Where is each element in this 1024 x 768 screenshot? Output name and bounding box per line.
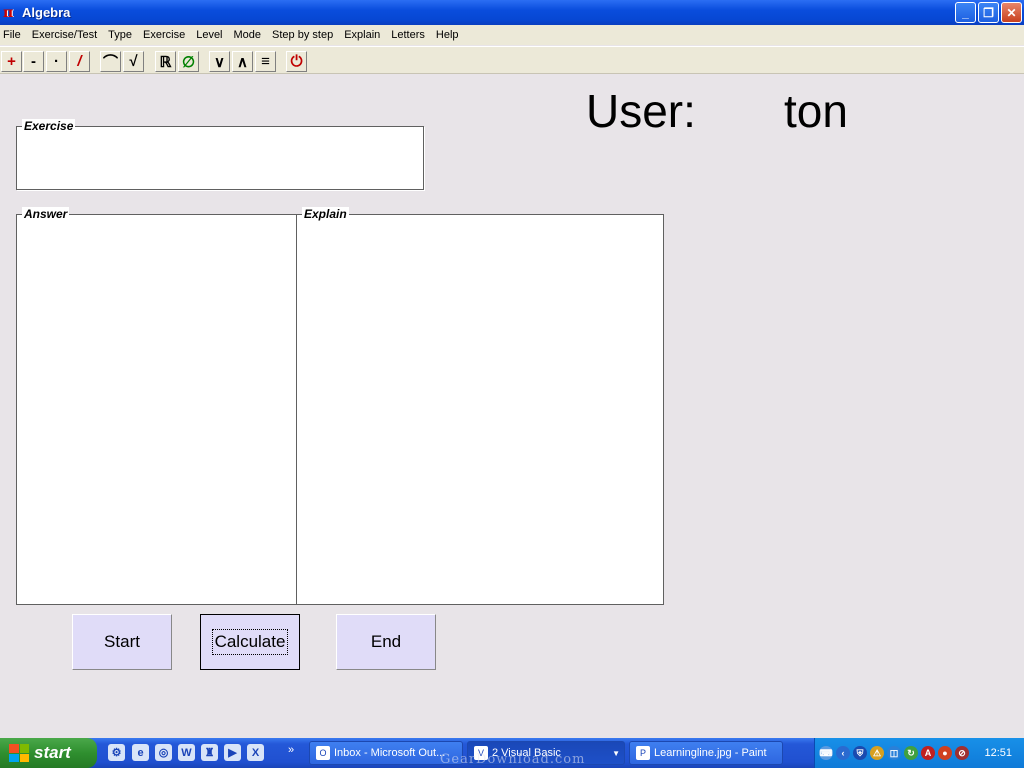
media-player-icon[interactable]: ▶ [224,744,241,761]
windows-flag-icon [9,744,29,762]
minus-icon: - [31,53,36,70]
task-paint[interactable]: P Learningline.jpg - Paint [629,741,783,765]
start-menu-button[interactable]: start [0,738,97,768]
root-icon: √ [129,53,138,70]
minimize-button[interactable]: _ [955,2,976,23]
real-numbers-icon: ℝ [159,53,172,71]
start-button[interactable]: Start [72,614,172,670]
close-icon: ✕ [1006,5,1017,20]
multiply-icon: · [54,53,59,70]
answer-label: Answer [22,207,70,221]
divide-button[interactable]: / [69,51,90,72]
menu-explain[interactable]: Explain [339,29,386,41]
security-icon[interactable]: ⚠ [870,746,884,760]
exercise-frame[interactable]: Exercise [16,119,424,190]
user-label: User: [586,85,696,137]
plus-icon: + [7,53,16,70]
network-icon[interactable]: ◫ [887,746,901,760]
or-button[interactable]: ∨ [209,51,230,72]
restore-icon: ❐ [983,5,994,20]
clock: 12:51 [984,747,1012,759]
answer-frame[interactable]: Answer [16,207,297,605]
empty-set-icon: ∅ [181,53,196,71]
quicklaunch-excel-icon[interactable]: X [247,744,264,761]
word-icon[interactable]: W [178,744,195,761]
quicklaunch-expand-icon[interactable]: » [288,744,294,756]
tray-expand-icon[interactable]: ‹ [836,746,850,760]
algebra-app-icon[interactable]: π [3,5,17,21]
minus-button[interactable]: - [23,51,44,72]
real-numbers-button[interactable]: ℝ [155,51,176,72]
start-button-label: Start [104,632,140,651]
menu-exercise-test[interactable]: Exercise/Test [27,29,103,41]
root-button[interactable]: √ [123,51,144,72]
menu-bar: File Exercise/Test Type Exercise Level M… [0,25,1024,45]
and-icon: ∧ [237,53,248,71]
window-title: Algebra [22,5,71,20]
plus-button[interactable]: + [1,51,22,72]
start-label: start [34,743,71,762]
divide-icon: / [77,53,82,70]
sync-icon[interactable]: ↻ [904,746,918,760]
toolbar: + - · / ⌒ √ ℝ ∅ ∨ ∧ ≡ ⏻ [0,46,1024,74]
quicklaunch-app-icon[interactable]: ◎ [155,744,172,761]
title-bar: π Algebra _ ❐ ✕ [0,0,1024,25]
system-tray: ⌨ ‹ ⛨ ⚠ ◫ ↻ A ● ⊘ 12:51 [814,738,1024,768]
internet-explorer-icon[interactable]: e [132,744,149,761]
explain-frame[interactable]: Explain [296,207,664,605]
equals-icon: ≡ [261,53,270,70]
restore-button[interactable]: ❐ [978,2,999,23]
minimize-icon: _ [962,5,969,20]
multiply-button[interactable]: · [46,51,67,72]
menu-letters[interactable]: Letters [386,29,431,41]
power-off-button[interactable]: ⏻ [286,51,307,72]
menu-mode[interactable]: Mode [229,29,268,41]
power-button[interactable]: ⌒ [100,51,121,72]
calculate-button-label: Calculate [211,629,289,655]
explain-label: Explain [302,207,349,221]
calculate-button[interactable]: Calculate [200,614,300,670]
end-button[interactable]: End [336,614,436,670]
task-paint-label: Learningline.jpg - Paint [654,747,767,759]
empty-set-button[interactable]: ∅ [178,51,199,72]
group-dropdown-icon: ▼ [612,748,620,758]
menu-exercise[interactable]: Exercise [138,29,191,41]
keyboard-icon[interactable]: ⌨ [819,746,833,760]
menu-file[interactable]: File [0,29,27,41]
tray-blocker-icon[interactable]: ⊘ [955,746,969,760]
menu-level[interactable]: Level [191,29,228,41]
menu-step-by-step[interactable]: Step by step [267,29,339,41]
outlook-icon: O [316,746,330,760]
antivirus-icon[interactable]: A [921,746,935,760]
power-icon: ⌒ [102,54,118,71]
menu-help[interactable]: Help [431,29,465,41]
shield-icon[interactable]: ⛨ [853,746,867,760]
close-button[interactable]: ✕ [1001,2,1022,23]
end-button-label: End [370,632,402,651]
user-name: ton [784,85,848,137]
and-button[interactable]: ∧ [232,51,253,72]
equals-button[interactable]: ≡ [255,51,276,72]
quicklaunch-tool-icon[interactable]: ♜ [201,744,218,761]
or-icon: ∨ [214,53,225,71]
task-outlook-label: Inbox - Microsoft Out... [334,747,446,759]
watermark: GearDownload.com [440,752,586,767]
menu-type[interactable]: Type [103,29,138,41]
power-off-icon: ⏻ [290,53,303,70]
paint-icon: P [636,746,650,760]
exercise-label: Exercise [22,119,76,133]
quicklaunch-settings-icon[interactable]: ⚙ [108,744,125,761]
tray-app-icon[interactable]: ● [938,746,952,760]
